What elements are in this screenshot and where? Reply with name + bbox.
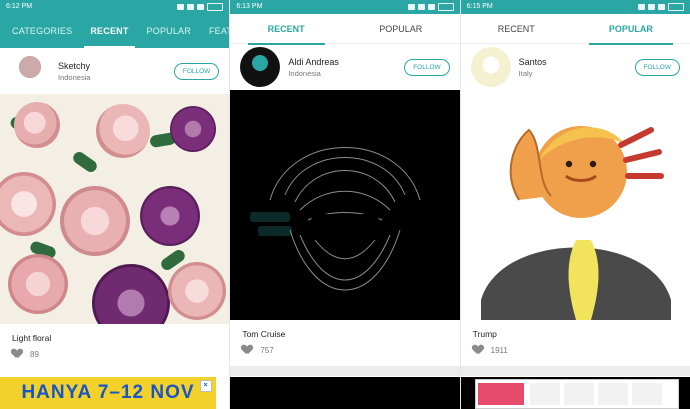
divider [230, 366, 460, 376]
post-title: Light floral [12, 333, 52, 343]
likes-count: 1911 [490, 345, 508, 355]
wifi-icon [417, 4, 425, 10]
post-header: Sketchy Indonesia FOLLOW [0, 48, 229, 94]
follow-button[interactable]: FOLLOW [634, 58, 680, 76]
avatar[interactable] [10, 51, 50, 91]
likes: 89 [0, 346, 229, 362]
author-location: Italy [518, 68, 533, 78]
ad-product [563, 383, 594, 405]
post-header: Aldi Andreas Indonesia FOLLOW [230, 44, 459, 90]
avatar[interactable] [470, 47, 511, 87]
divider [460, 366, 690, 376]
trump-illustration [480, 126, 671, 320]
ad-product [597, 383, 628, 405]
post-header: Santos Italy FOLLOW [461, 44, 690, 90]
post-title: Tom Cruise [242, 329, 286, 339]
portrait [230, 90, 460, 320]
likes-count: 757 [260, 345, 274, 355]
screenshot-collage: 6:12 PM CATEGORIES RECENT POPULAR FEATUR… [0, 0, 690, 409]
signal-icon [197, 4, 205, 10]
post-image[interactable] [230, 90, 460, 320]
heart-icon[interactable] [242, 345, 252, 355]
battery-icon [667, 3, 684, 11]
status-icons [407, 3, 454, 11]
signal-icon [427, 4, 435, 10]
ad-banner[interactable] [474, 379, 679, 409]
wifi-icon [647, 4, 655, 10]
post-image[interactable] [0, 94, 230, 324]
tab-popular[interactable]: POPULAR [147, 26, 191, 36]
author: Sketchy Indonesia [58, 61, 166, 82]
top-tabs: RECENT POPULAR [230, 14, 460, 45]
likes: 757 [230, 342, 459, 358]
battery-icon [207, 3, 224, 11]
signal-icon [657, 4, 665, 10]
tab-featured[interactable]: FEATURED [209, 26, 229, 36]
avatar[interactable] [240, 47, 281, 87]
alarm-icon [637, 4, 645, 10]
heart-icon[interactable] [473, 345, 483, 355]
panel-1: 6:12 PM CATEGORIES RECENT POPULAR FEATUR… [0, 0, 230, 409]
author-name[interactable]: Santos [519, 57, 627, 67]
status-time: 6:12 PM [6, 3, 33, 10]
ad-product [631, 383, 662, 405]
ad-close-icon[interactable]: × [200, 380, 212, 392]
alarm-icon [407, 4, 415, 10]
ad-logo [477, 383, 524, 405]
tab-categories[interactable]: CATEGORIES [12, 26, 72, 36]
battery-icon [437, 3, 454, 11]
author: Aldi Andreas Indonesia [288, 57, 396, 78]
ad-banner[interactable]: HANYA 7–12 NOV × [0, 377, 216, 409]
status-time: 6:15 PM [466, 3, 493, 10]
author: Santos Italy [519, 57, 627, 78]
tab-popular[interactable]: POPULAR [588, 24, 673, 45]
post-image[interactable] [460, 90, 690, 320]
android-nav-bar [460, 377, 690, 409]
status-bar: 6:15 PM [460, 0, 690, 14]
status-bar: 6:12 PM [0, 0, 230, 14]
post-title: Trump [472, 329, 497, 339]
panel-2: 6:13 PM RECENT POPULAR Aldi Andreas Indo… [229, 0, 460, 409]
likes-count: 89 [30, 349, 39, 359]
status-bar: 6:13 PM [230, 0, 460, 14]
alarm-icon [177, 4, 185, 10]
portrait-art [230, 90, 460, 320]
android-nav-bar [230, 377, 460, 409]
tab-popular[interactable]: POPULAR [379, 24, 422, 34]
ad-product [529, 383, 560, 405]
author-name[interactable]: Aldi Andreas [288, 57, 396, 67]
author-location: Indonesia [288, 68, 321, 78]
ad-text: HANYA 7–12 NOV [21, 382, 195, 403]
status-icons [177, 3, 224, 11]
status-icons [637, 3, 684, 11]
author-name[interactable]: Sketchy [58, 61, 166, 71]
tab-recent[interactable]: RECENT [84, 26, 135, 48]
follow-button[interactable]: FOLLOW [404, 58, 450, 76]
follow-button[interactable]: FOLLOW [173, 62, 220, 80]
status-time: 6:13 PM [236, 3, 263, 10]
panel-3: 6:15 PM RECENT POPULAR Santos Italy FOLL… [459, 0, 690, 409]
likes: 1911 [461, 342, 690, 358]
top-tabs: CATEGORIES RECENT POPULAR FEATURED [0, 14, 230, 48]
wifi-icon [187, 4, 195, 10]
top-tabs: RECENT POPULAR [460, 14, 690, 45]
heart-icon[interactable] [12, 349, 22, 359]
tab-recent[interactable]: RECENT [247, 24, 325, 45]
tab-recent[interactable]: RECENT [498, 24, 535, 34]
author-location: Indonesia [58, 72, 91, 82]
floral-pattern [0, 94, 229, 324]
